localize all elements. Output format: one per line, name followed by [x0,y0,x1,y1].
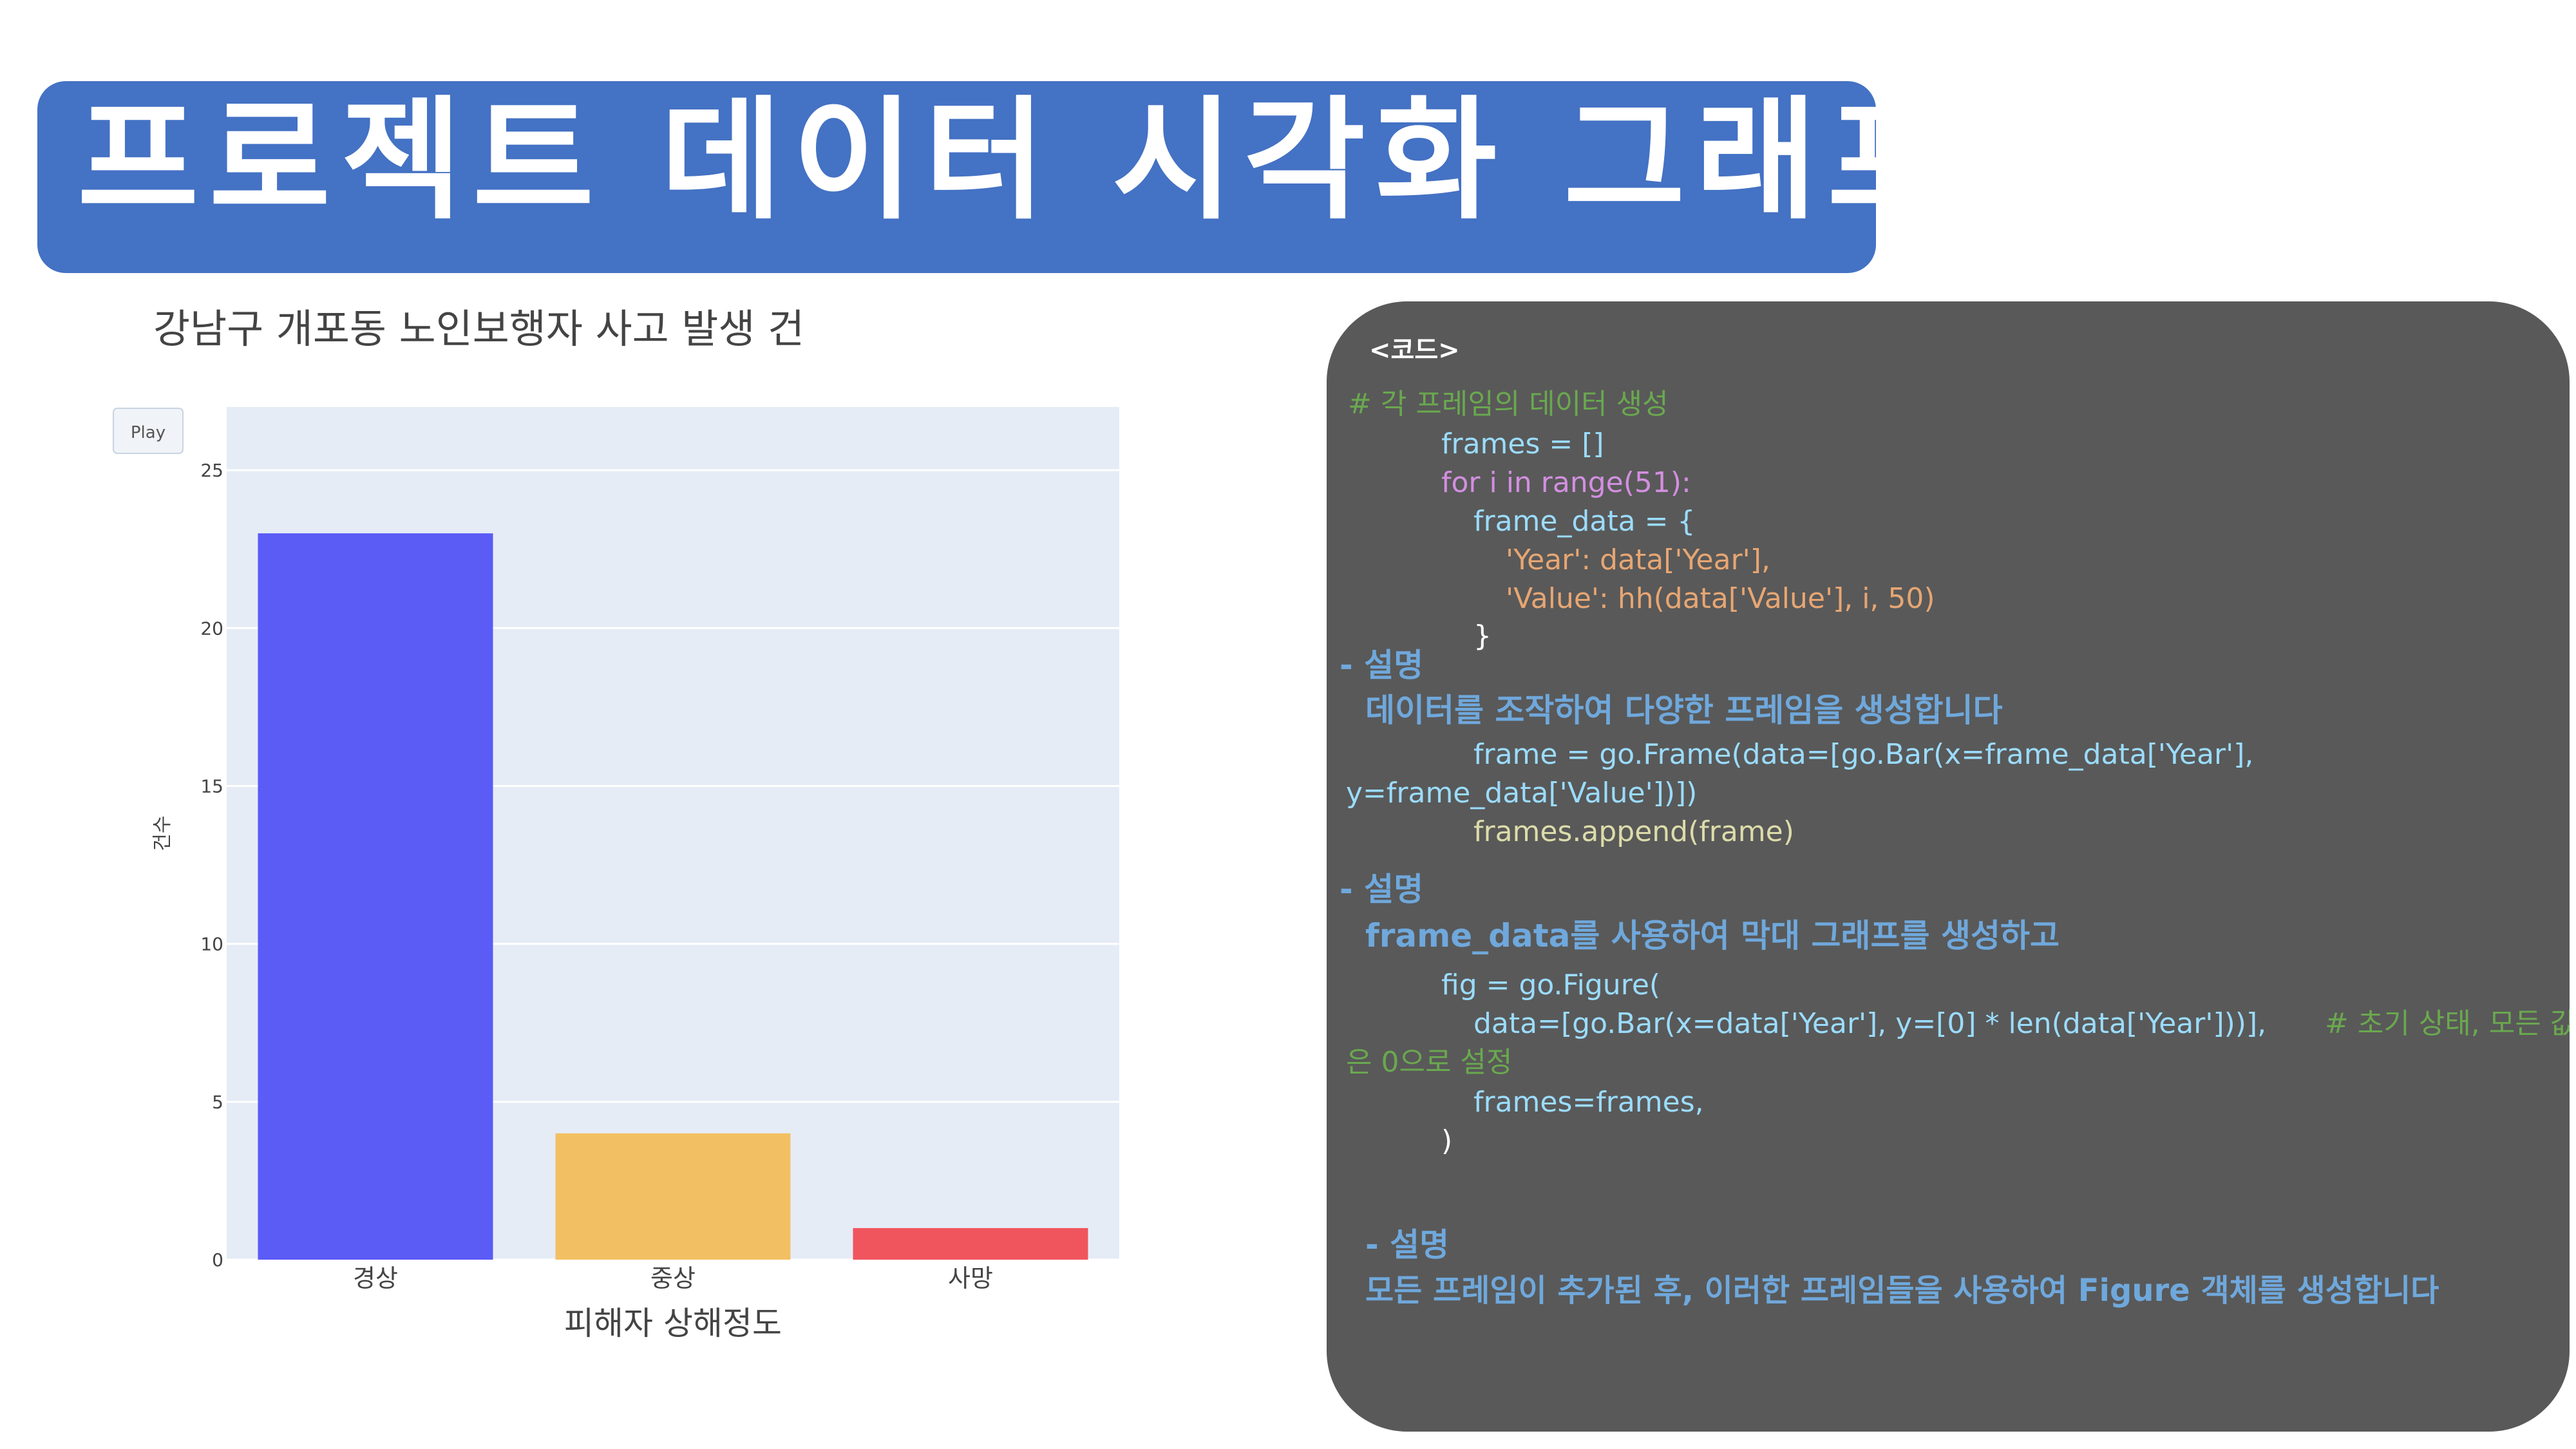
code-comment: # 각 프레임의 데이터 생성 [1348,388,1669,421]
x-tick-label: 중상 [650,1264,696,1293]
y-tick-label: 15 [200,775,223,797]
x-axis-title: 피해자 상해정도 [564,1305,782,1342]
x-tick-label: 경상 [353,1264,398,1293]
bar-사망 [853,1227,1088,1260]
code-line: frames = [] [1441,428,1604,460]
play-button[interactable]: Play [113,408,184,454]
code-line: } [1473,620,1492,652]
y-tick-label: 25 [200,460,223,481]
code-comment: 은 0으로 설정 [1346,1046,1513,1079]
code-line: frames=frames, [1473,1086,1704,1119]
description-text: frame_data를 사용하여 막대 그래프를 생성하고 [1365,917,2060,954]
x-tick-label: 사망 [948,1264,993,1293]
code-line: frames.append(frame) [1473,815,1794,848]
y-tick-label: 20 [200,618,223,639]
bar-중상 [555,1133,791,1260]
bar-chart: 0 5 10 15 20 25 경상 중상 사망피해자 상해정도 건수 Play [113,407,1119,1342]
bar-경상 [258,533,493,1260]
y-tick-label: 0 [212,1249,223,1271]
y-axis-title: 건수 [151,815,174,851]
code-heading: <코드> [1369,336,1460,365]
play-button-label[interactable]: Play [131,423,166,442]
code-line: 'Year': data['Year'], [1506,544,1770,576]
code-line: ) [1441,1124,1453,1157]
description-text: 데이터를 조작하여 다양한 프레임을 생성합니다 [1365,692,2003,729]
code-line: 'Value': hh(data['Value'], i, 50) [1506,582,1935,615]
description-title: - 설명 [1340,871,1424,908]
description-text: 모든 프레임이 추가된 후, 이러한 프레임들을 사용하여 Figure 객체를… [1365,1273,2439,1309]
code-panel: <코드> # 각 프레임의 데이터 생성 frames = [] for i i… [1327,301,2570,1432]
description-title: - 설명 [1365,1226,1450,1264]
code-line: frame = go.Frame(data=[go.Bar(x=frame_da… [1473,738,2254,771]
code-line: data=[go.Bar(x=data['Year'], y=[0] * len… [1473,1007,2267,1040]
code-line: for i in range(51): [1441,466,1691,499]
code-line: frame_data = { [1473,505,1696,538]
code-comment: # 초기 상태, 모든 값 [2325,1007,2570,1040]
code-line: fig = go.Figure( [1441,969,1661,1001]
y-tick-label: 5 [212,1092,223,1113]
y-tick-label: 10 [200,934,223,955]
code-line: y=frame_data['Value'])]) [1346,777,1698,810]
description-title: - 설명 [1340,647,1424,684]
